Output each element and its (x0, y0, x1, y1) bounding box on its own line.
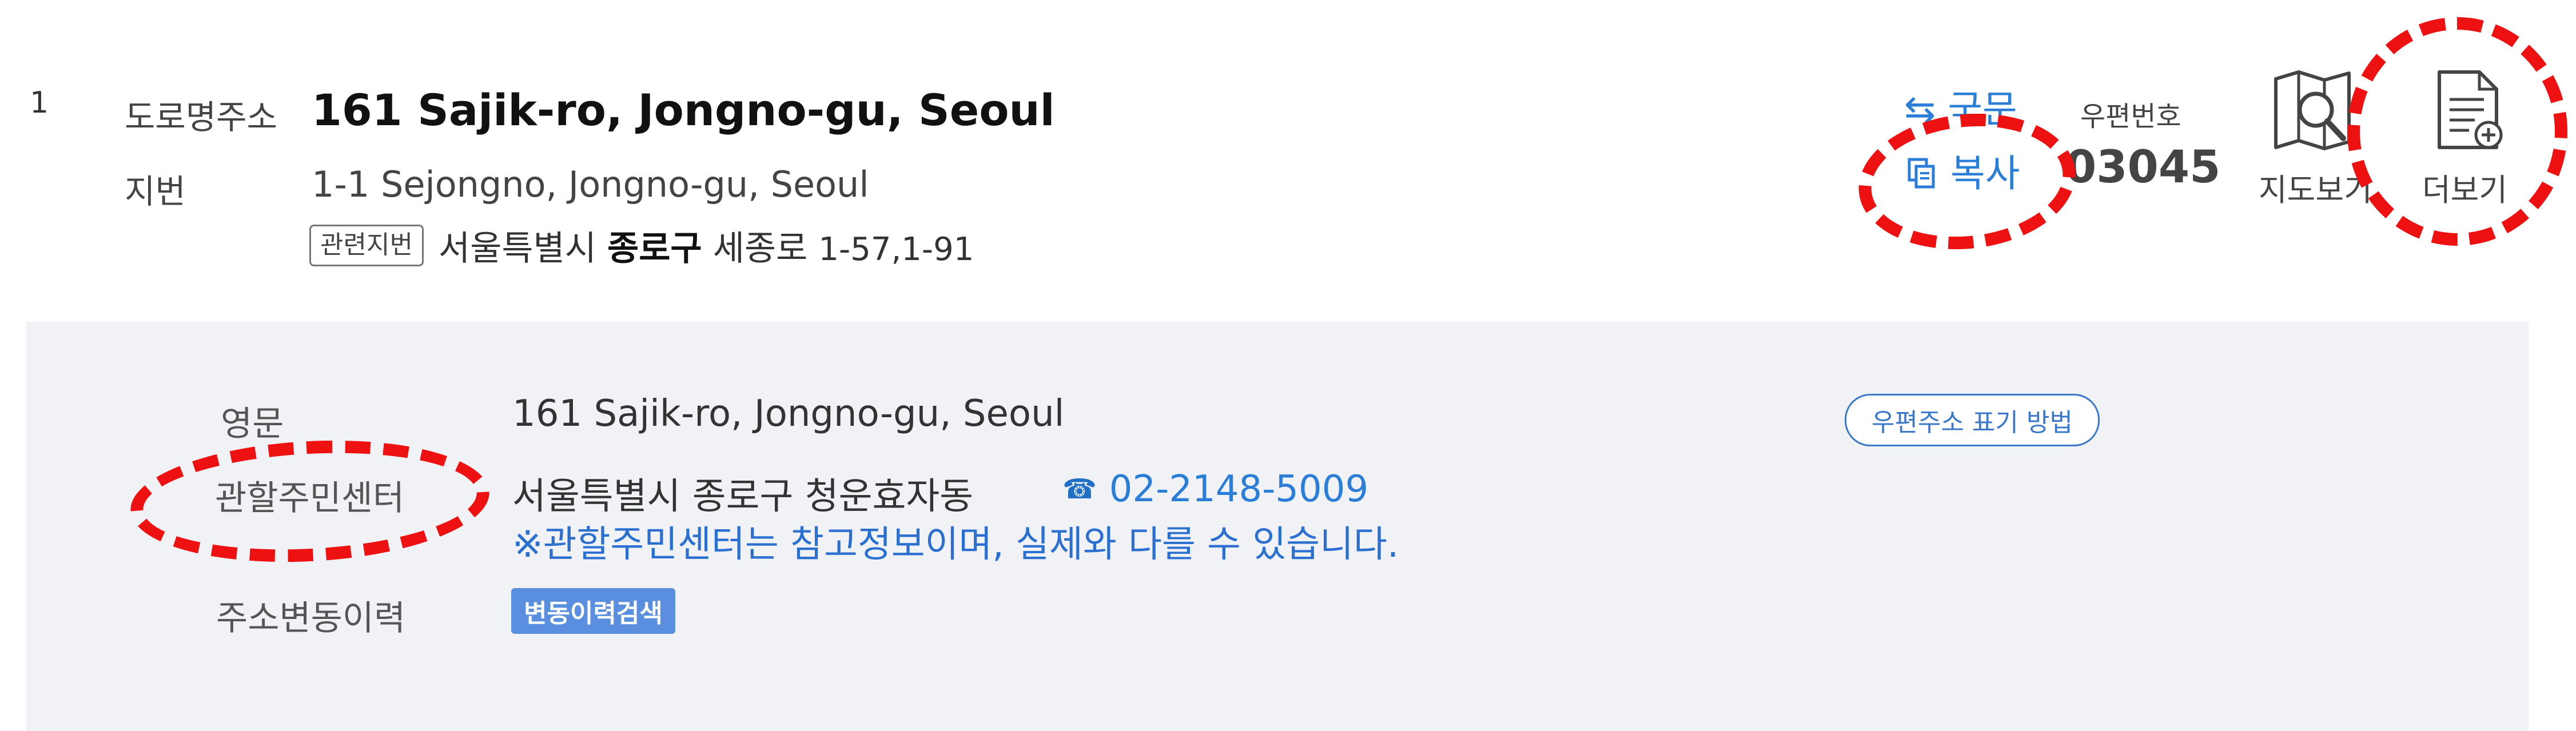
korean-label: 국문 (1948, 87, 2017, 131)
related-numbers: 1-57,1-91 (818, 231, 974, 268)
english-address: 161 Sajik-ro, Jongno-gu, Seoul (512, 393, 1065, 435)
copy-label: 복사 (1950, 151, 2020, 195)
community-center: 서울특별시 종로구 청운효자동 (512, 476, 974, 518)
korean-address-link[interactable]: ⇆ 국문 (1904, 79, 2017, 134)
related-jibun-badge: 관련지번 (309, 225, 424, 266)
community-center-label: 관할주민센터 (215, 478, 405, 518)
jibun-address: 1-1 Sejongno, Jongno-gu, Seoul (312, 163, 869, 205)
map-icon (2270, 67, 2356, 153)
road-address-label: 도로명주소 (125, 98, 277, 137)
jibun-label: 지번 (125, 172, 186, 211)
arrow-left-icon: ⇆ (1904, 87, 1936, 131)
community-center-notice: ※관할주민센터는 참고정보이며, 실제와 다를 수 있습니다. (512, 524, 1399, 566)
copy-button[interactable]: 복사 (1907, 143, 2020, 198)
more-button[interactable]: 더보기 (2419, 67, 2516, 216)
address-history-label: 주소변동이력 (216, 598, 406, 638)
more-label: 더보기 (2422, 172, 2508, 208)
detail-panel: 영문 161 Sajik-ro, Jongno-gu, Seoul 우편주소 표… (26, 322, 2529, 731)
related-city: 서울특별시 (438, 229, 596, 269)
community-center-phone[interactable]: ☎ 02-2148-5009 (1062, 468, 1368, 510)
copy-icon (1907, 154, 1936, 189)
map-view-label: 지도보기 (2259, 172, 2372, 208)
postal-address-format-button[interactable]: 우편주소 표기 방법 (1845, 394, 2100, 446)
related-road: 세종로 (712, 229, 808, 269)
related-jibun-text: 서울특별시 종로구 세종로 1-57,1-91 (439, 221, 974, 270)
history-search-button[interactable]: 변동이력검색 (511, 588, 675, 634)
postal-code: 03045 (2065, 142, 2221, 193)
map-view-button[interactable]: 지도보기 (2259, 67, 2373, 216)
address-search-result: 1 도로명주소 161 Sajik-ro, Jongno-gu, Seoul 지… (0, 0, 2576, 731)
phone-icon: ☎ (1062, 473, 1097, 505)
phone-number: 02-2148-5009 (1109, 468, 1369, 510)
postal-code-label: 우편번호 (2080, 101, 2181, 133)
english-address-label: 영문 (221, 404, 284, 444)
related-jibun: 관련지번 서울특별시 종로구 세종로 1-57,1-91 (309, 221, 974, 270)
related-district: 종로구 (607, 229, 702, 269)
document-plus-icon (2429, 67, 2509, 153)
road-address: 161 Sajik-ro, Jongno-gu, Seoul (312, 85, 1055, 135)
result-index: 1 (30, 86, 49, 120)
